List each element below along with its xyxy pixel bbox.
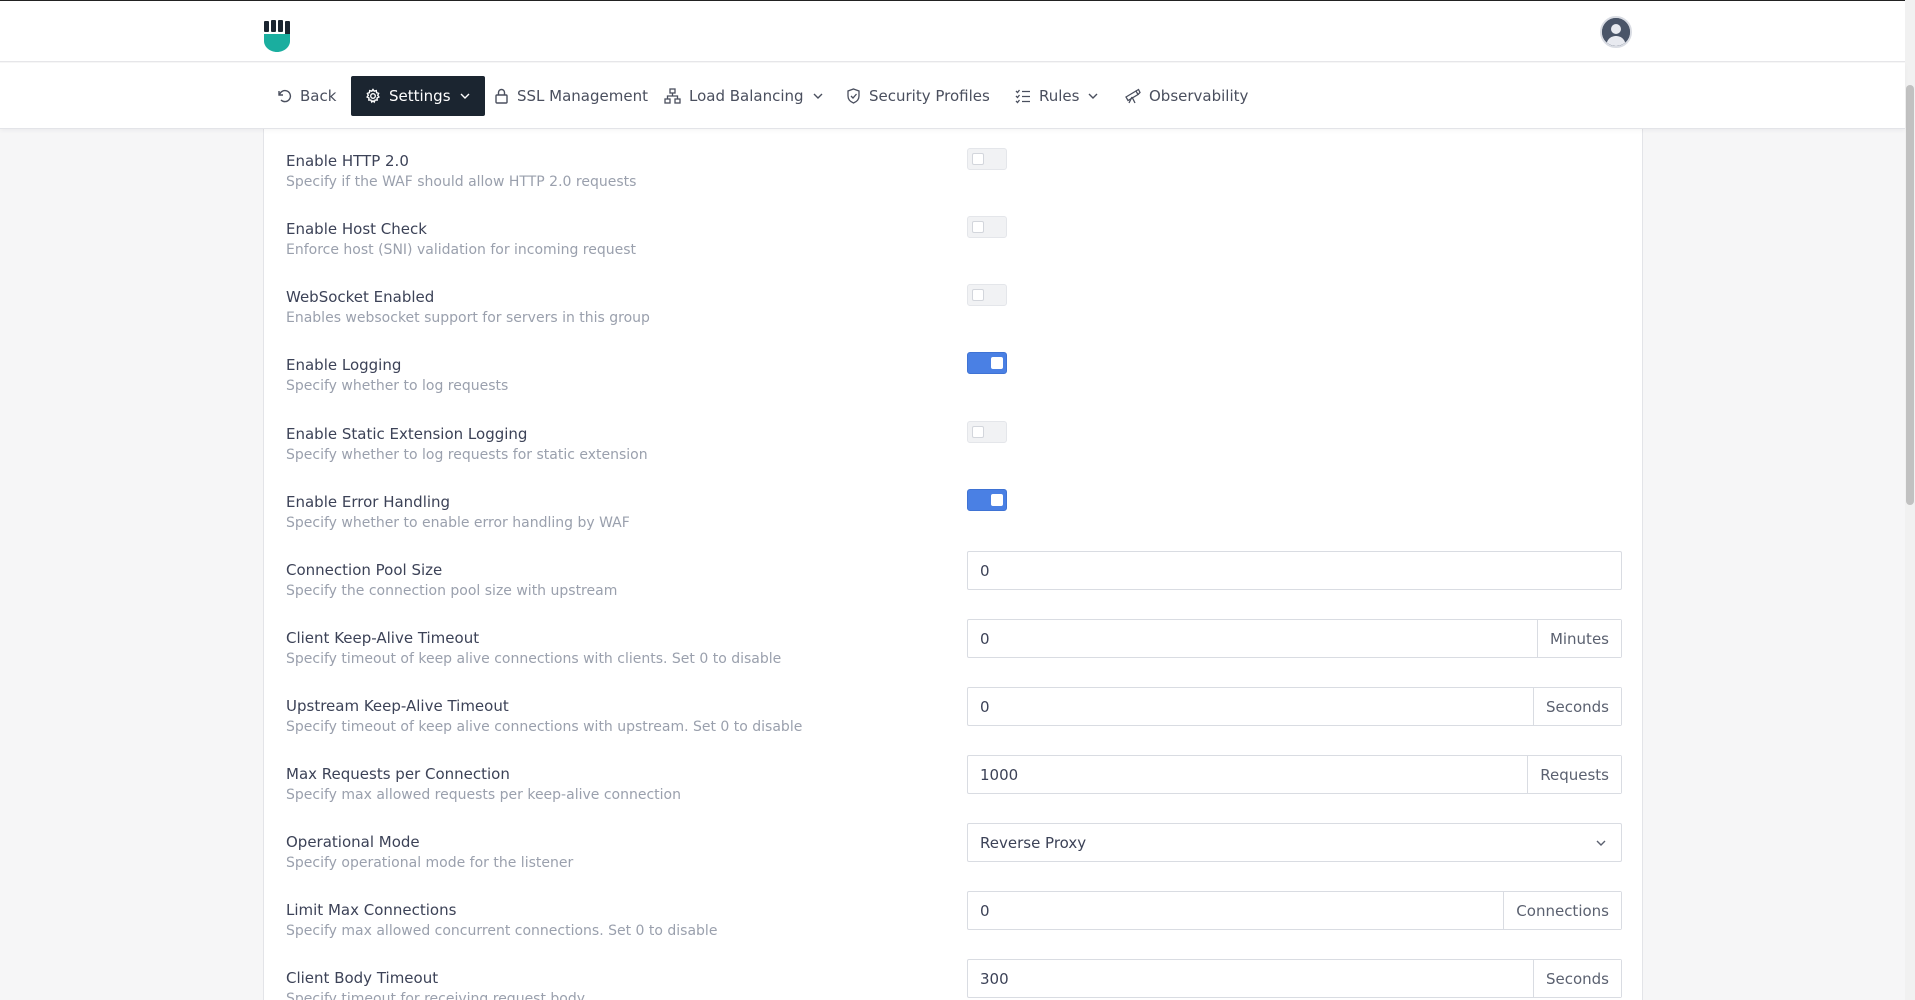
setting-description: Specify max allowed concurrent connectio… bbox=[286, 923, 718, 939]
setting-label: Enable HTTP 2.0 bbox=[286, 152, 409, 170]
nav-observability[interactable]: Observability bbox=[1110, 76, 1262, 116]
unit-addon: Connections bbox=[1503, 892, 1621, 929]
max-connections-input[interactable]: 0 Connections bbox=[967, 891, 1622, 930]
setting-description: Specify the connection pool size with up… bbox=[286, 583, 618, 599]
input-value[interactable]: 300 bbox=[968, 960, 1533, 997]
upstream-keepalive-timeout-input[interactable]: 0 Seconds bbox=[967, 687, 1622, 726]
operational-mode-select[interactable]: Reverse Proxy bbox=[967, 823, 1622, 862]
gear-icon bbox=[366, 88, 380, 104]
unit-addon: Seconds bbox=[1532, 960, 1621, 997]
setting-label: Client Keep-Alive Timeout bbox=[286, 629, 480, 647]
setting-label: Max Requests per Connection bbox=[286, 765, 510, 783]
setting-row-http2: Enable HTTP 2.0 Specify if the WAF shoul… bbox=[264, 148, 1642, 220]
chevron-down-icon bbox=[1088, 93, 1098, 99]
setting-description: Specify whether to enable error handling… bbox=[286, 515, 630, 531]
toggle-knob bbox=[991, 494, 1003, 506]
setting-label: Client Body Timeout bbox=[286, 969, 439, 987]
user-avatar[interactable] bbox=[1600, 16, 1632, 48]
client-keepalive-timeout-input[interactable]: 0 Minutes bbox=[967, 619, 1622, 658]
nav-security-profiles-label: Security Profiles bbox=[869, 87, 990, 105]
error-handling-toggle[interactable] bbox=[967, 489, 1007, 511]
websocket-toggle[interactable] bbox=[967, 284, 1007, 306]
logging-toggle[interactable] bbox=[967, 352, 1007, 374]
setting-description: Specify timeout of keep alive connection… bbox=[286, 651, 782, 667]
settings-panel: Enable HTTP 2.0 Specify if the WAF shoul… bbox=[263, 129, 1643, 1000]
setting-description: Specify whether to log requests bbox=[286, 378, 509, 394]
setting-description: Enforce host (SNI) validation for incomi… bbox=[286, 242, 637, 258]
nav-ssl-label: SSL Management bbox=[517, 87, 648, 105]
toggle-knob bbox=[972, 153, 984, 165]
unit-addon: Requests bbox=[1527, 756, 1621, 793]
nav-ssl-management[interactable]: SSL Management bbox=[480, 76, 662, 116]
setting-row-host-check: Enable Host Check Enforce host (SNI) val… bbox=[264, 216, 1642, 288]
connection-pool-size-input[interactable]: 0 bbox=[967, 551, 1622, 590]
nav-rules[interactable]: Rules bbox=[1001, 76, 1113, 116]
nav-load-balancing[interactable]: Load Balancing bbox=[650, 76, 838, 116]
setting-row-static-logging: Enable Static Extension Logging Specify … bbox=[264, 421, 1642, 493]
input-value[interactable]: 0 bbox=[968, 688, 1533, 725]
unit-addon: Seconds bbox=[1532, 688, 1621, 725]
setting-label: Upstream Keep-Alive Timeout bbox=[286, 697, 509, 715]
toggle-knob bbox=[972, 289, 984, 301]
setting-label: Limit Max Connections bbox=[286, 901, 457, 919]
host-check-toggle[interactable] bbox=[967, 216, 1007, 238]
logo-icon[interactable] bbox=[262, 19, 292, 53]
shield-icon bbox=[847, 88, 860, 104]
sitemap-icon bbox=[664, 88, 681, 104]
setting-label: Connection Pool Size bbox=[286, 561, 443, 579]
nav-back-label: Back bbox=[300, 87, 337, 105]
setting-description: Specify operational mode for the listene… bbox=[286, 855, 574, 871]
setting-description: Specify max allowed requests per keep-al… bbox=[286, 787, 681, 803]
setting-row-logging: Enable Logging Specify whether to log re… bbox=[264, 352, 1642, 424]
chevron-down-icon bbox=[460, 93, 470, 99]
main-navigation: Back Settings SSL Management Load Balanc… bbox=[0, 63, 1905, 129]
nav-settings-button[interactable]: Settings bbox=[351, 76, 485, 116]
setting-description: Specify timeout of keep alive connection… bbox=[286, 719, 803, 735]
client-body-timeout-input[interactable]: 300 Seconds bbox=[967, 959, 1622, 998]
chevron-down-icon bbox=[1581, 824, 1621, 861]
setting-description: Enables websocket support for servers in… bbox=[286, 310, 650, 326]
setting-row-websocket: WebSocket Enabled Enables websocket supp… bbox=[264, 284, 1642, 356]
setting-description: Specify whether to log requests for stat… bbox=[286, 447, 648, 463]
input-value[interactable]: 1000 bbox=[968, 756, 1527, 793]
undo-icon bbox=[278, 89, 292, 103]
unit-addon: Minutes bbox=[1536, 620, 1621, 657]
toggle-knob bbox=[972, 221, 984, 233]
scrollbar-thumb[interactable] bbox=[1906, 85, 1914, 505]
lock-icon bbox=[495, 88, 508, 104]
page-scrollbar[interactable] bbox=[1905, 0, 1915, 1000]
http2-toggle[interactable] bbox=[967, 148, 1007, 170]
setting-description: Specify if the WAF should allow HTTP 2.0… bbox=[286, 174, 637, 190]
setting-label: Enable Static Extension Logging bbox=[286, 425, 528, 443]
setting-label: Enable Host Check bbox=[286, 220, 427, 238]
setting-label: Enable Error Handling bbox=[286, 493, 451, 511]
nav-observability-label: Observability bbox=[1149, 87, 1249, 105]
telescope-icon bbox=[1125, 88, 1141, 104]
input-value[interactable]: 0 bbox=[968, 552, 1621, 589]
chevron-down-icon bbox=[813, 93, 823, 99]
setting-label: WebSocket Enabled bbox=[286, 288, 435, 306]
setting-label: Operational Mode bbox=[286, 833, 420, 851]
static-extension-logging-toggle[interactable] bbox=[967, 421, 1007, 443]
toggle-knob bbox=[972, 426, 984, 438]
list-check-icon bbox=[1015, 89, 1030, 104]
nav-security-profiles[interactable]: Security Profiles bbox=[832, 76, 1004, 116]
max-requests-input[interactable]: 1000 Requests bbox=[967, 755, 1622, 794]
setting-label: Enable Logging bbox=[286, 356, 402, 374]
setting-row-client-body-timeout: Client Body Timeout Specify timeout for … bbox=[264, 959, 1642, 1000]
toggle-knob bbox=[991, 357, 1003, 369]
nav-rules-label: Rules bbox=[1039, 87, 1080, 105]
select-value[interactable]: Reverse Proxy bbox=[968, 824, 1581, 861]
nav-settings-label: Settings bbox=[389, 87, 451, 105]
input-value[interactable]: 0 bbox=[968, 892, 1503, 929]
setting-description: Specify timeout for receiving request bo… bbox=[286, 991, 586, 1000]
top-bar bbox=[0, 0, 1905, 62]
nav-load-balancing-label: Load Balancing bbox=[689, 87, 804, 105]
nav-back-button[interactable]: Back bbox=[262, 76, 350, 116]
input-value[interactable]: 0 bbox=[968, 620, 1537, 657]
